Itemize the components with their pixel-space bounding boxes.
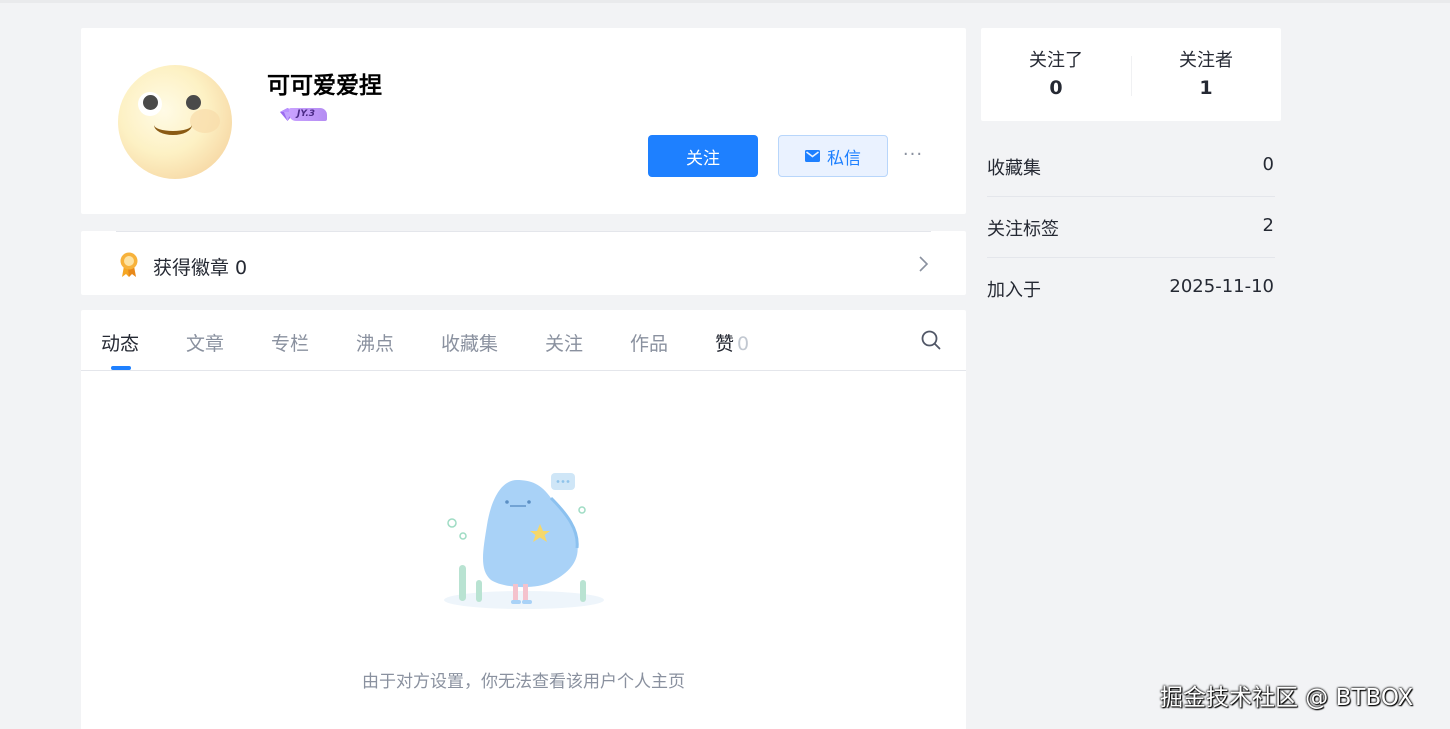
followers-stat[interactable]: 关注者 1 — [1131, 46, 1281, 99]
badges-row[interactable]: 获得徽章 0 — [81, 231, 966, 295]
avatar-mouth — [154, 115, 192, 135]
info-key: 加入于 — [987, 280, 1041, 301]
tab-works[interactable]: 作品 — [630, 329, 668, 356]
info-row-collections[interactable]: 收藏集 0 — [987, 136, 1275, 197]
info-row-tags[interactable]: 关注标签 2 — [987, 197, 1275, 258]
empty-state-illustration — [444, 473, 604, 609]
info-value: 2025-11-10 — [1169, 276, 1274, 297]
tab-likes-label: 赞 — [715, 333, 735, 355]
avatar-eye — [184, 93, 204, 113]
profile-info-list: 收藏集 0 关注标签 2 加入于 2025-11-10 — [987, 136, 1275, 319]
info-row-joined: 加入于 2025-11-10 — [987, 258, 1275, 319]
tab-collections[interactable]: 收藏集 — [441, 329, 498, 356]
more-icon[interactable]: ··· — [901, 143, 925, 167]
chevron-right-icon — [919, 256, 929, 272]
tab-articles[interactable]: 文章 — [186, 329, 224, 356]
follow-button[interactable]: 关注 — [648, 135, 758, 177]
followers-label: 关注者 — [1179, 50, 1233, 71]
divider — [116, 231, 931, 232]
message-button[interactable]: 私信 — [778, 135, 888, 177]
tab-pins[interactable]: 沸点 — [356, 329, 394, 356]
watermark: 掘金技术社区 @ BTBOX — [1160, 685, 1414, 711]
info-key: 关注标签 — [987, 219, 1059, 240]
level-badge[interactable]: JY.3 — [279, 107, 329, 122]
badges-label: 获得徽章 0 — [153, 257, 248, 279]
avatar[interactable] — [118, 65, 232, 179]
active-tab-indicator — [111, 366, 131, 370]
tab-columns[interactable]: 专栏 — [271, 329, 309, 356]
tab-following[interactable]: 关注 — [545, 329, 583, 356]
medal-icon — [120, 252, 138, 277]
follow-stats-card: 关注了 0 关注者 1 — [981, 28, 1281, 121]
message-button-label: 私信 — [827, 148, 861, 169]
followers-value: 1 — [1199, 77, 1213, 99]
mail-icon — [805, 150, 820, 162]
info-value: 0 — [1262, 154, 1274, 175]
avatar-eye — [138, 92, 162, 116]
search-icon[interactable] — [920, 329, 942, 351]
info-key: 收藏集 — [987, 158, 1041, 179]
following-label: 关注了 — [1029, 50, 1083, 71]
following-value: 0 — [1049, 77, 1063, 99]
tab-likes-count: 0 — [737, 333, 750, 355]
tab-likes[interactable]: 赞0 — [715, 329, 749, 356]
top-divider — [0, 0, 1450, 3]
level-label: JY.3 — [289, 108, 327, 121]
profile-card: 可可爱爱捏 JY.3 关注 私信 ··· — [81, 28, 966, 214]
empty-state-text: 由于对方设置，你无法查看该用户个人主页 — [362, 672, 685, 692]
following-stat[interactable]: 关注了 0 — [981, 46, 1131, 99]
username: 可可爱爱捏 — [267, 73, 382, 99]
tab-activity[interactable]: 动态 — [101, 329, 139, 356]
tab-bar: 动态 文章 专栏 沸点 收藏集 关注 作品 赞0 — [81, 310, 966, 371]
info-value: 2 — [1262, 215, 1274, 236]
activity-card: 动态 文章 专栏 沸点 收藏集 关注 作品 赞0 由于对方设置，你无法查看该用户… — [81, 310, 966, 729]
